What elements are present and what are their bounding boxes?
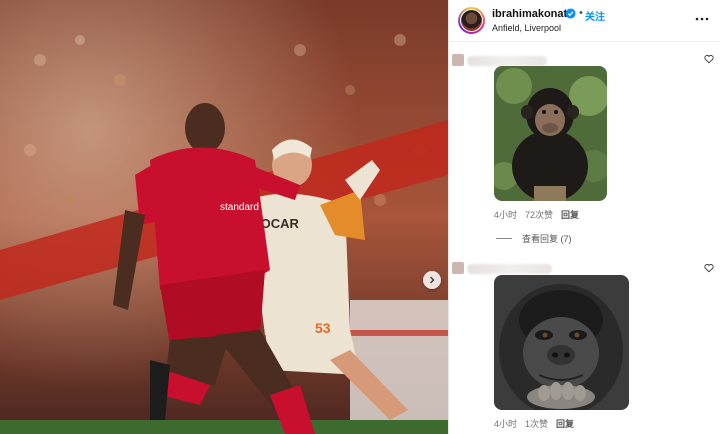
location-link[interactable]: Anfield, Liverpool [492, 23, 561, 33]
gorilla-image [494, 275, 629, 410]
username[interactable]: ibrahimakonate [492, 8, 573, 20]
comment-avatar[interactable] [452, 54, 464, 66]
divider [496, 238, 512, 239]
comment-time: 4小时 [494, 210, 518, 220]
more-options-icon[interactable] [695, 14, 709, 24]
post-header: ibrahimakonate • 关注 Anfield, Liverpool [449, 0, 720, 42]
chimpanzee-image [494, 66, 607, 201]
comment-username [467, 264, 552, 274]
reply-button[interactable]: 回复 [556, 417, 574, 430]
comment-likes[interactable]: 1次赞 [525, 417, 548, 430]
avatar[interactable] [458, 7, 485, 34]
chevron-right-icon [430, 276, 435, 284]
comment-avatar[interactable] [452, 262, 464, 274]
comments-panel: ibrahimakonate • 关注 Anfield, Liverpool 4… [448, 0, 720, 434]
football-photo: SOCAR 53 standard [0, 0, 448, 434]
verified-badge-icon [565, 8, 576, 19]
comment-meta: 4小时 72次赞 回复 [494, 208, 579, 221]
post-photo: SOCAR 53 standard [0, 0, 448, 434]
comment-image[interactable] [494, 66, 607, 201]
comment-meta: 4小时 1次赞 回复 [494, 417, 574, 430]
comment-username [467, 56, 547, 66]
svg-text:standard: standard [220, 202, 259, 213]
view-replies-button[interactable]: 查看回复 (7) [496, 232, 572, 245]
comment-likes[interactable]: 72次赞 [525, 208, 553, 221]
view-replies-label: 查看回复 (7) [522, 234, 572, 244]
heart-icon[interactable] [704, 54, 714, 64]
comment-image[interactable] [494, 275, 629, 410]
reply-button[interactable]: 回复 [561, 208, 579, 221]
follow-button[interactable]: 关注 [585, 8, 605, 23]
comment-item: 4小时 72次赞 回复 查看回复 (7) [449, 42, 720, 245]
shirt-number: 53 [315, 320, 331, 336]
heart-icon[interactable] [704, 263, 714, 273]
separator: • [579, 7, 583, 19]
comment-time: 4小时 [494, 419, 518, 429]
next-photo-button[interactable] [423, 271, 441, 289]
comment-item: 4小时 1次赞 回复 [449, 252, 720, 434]
